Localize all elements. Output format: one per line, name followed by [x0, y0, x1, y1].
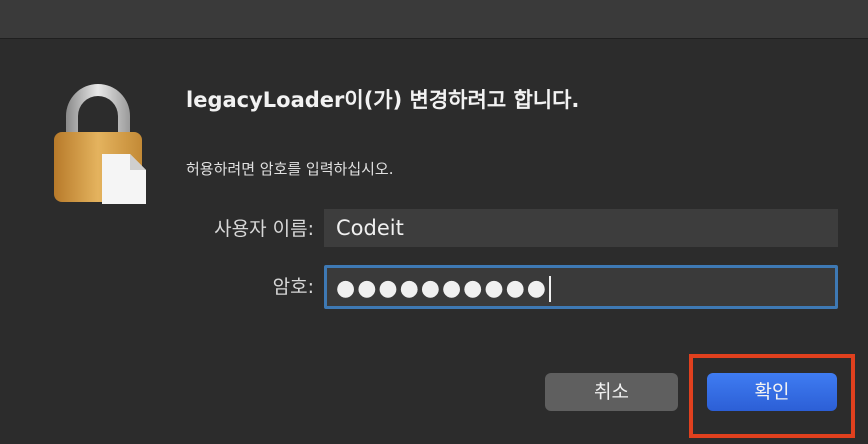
password-label: 암호:	[272, 276, 314, 298]
dialog-subtitle: 허용하려면 암호를 입력하십시오.	[186, 160, 394, 178]
dialog-title: legacyLoader이(가) 변경하려고 합니다.	[186, 88, 580, 112]
highlight-annotation-box	[689, 354, 855, 438]
username-label: 사용자 이름:	[214, 218, 314, 240]
password-masked-value: ●●●●●●●●●●	[336, 276, 548, 301]
text-caret	[548, 276, 551, 302]
lock-icon	[54, 84, 146, 204]
cancel-button[interactable]: 취소	[545, 373, 678, 411]
window-top-bar	[0, 0, 868, 39]
username-value: Codeit	[336, 216, 404, 240]
password-field[interactable]: ●●●●●●●●●●	[324, 265, 838, 309]
username-field[interactable]: Codeit	[324, 209, 838, 247]
